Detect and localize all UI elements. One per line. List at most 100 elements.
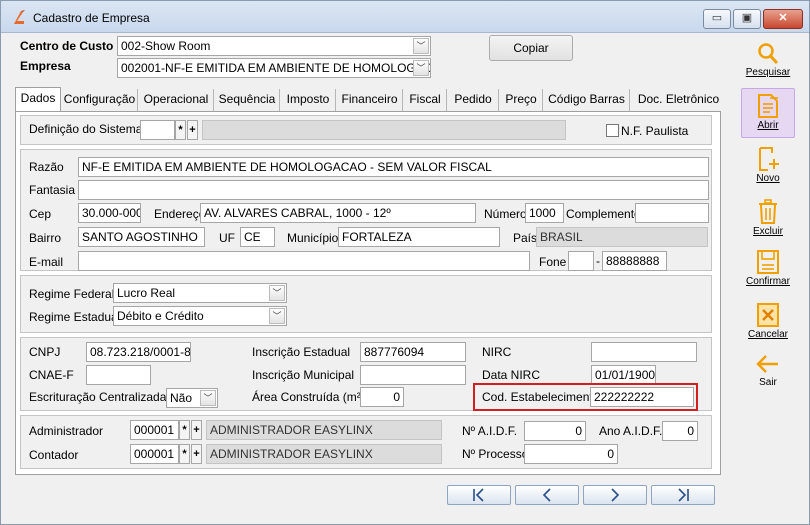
numero-input[interactable]: 1000 <box>525 203 564 223</box>
endereco-input[interactable]: AV. ALVARES CABRAL, 1000 - 12º <box>200 203 476 223</box>
nf-paulista-label: N.F. Paulista <box>621 124 689 138</box>
bairro-input[interactable]: SANTO AGOSTINHO <box>78 227 205 247</box>
regime-federal-select[interactable]: Lucro Real ﹀ <box>113 283 287 303</box>
fone-separator: - <box>596 254 600 268</box>
numero-label: Número <box>484 207 527 221</box>
municipio-input[interactable]: FORTALEZA <box>338 227 500 247</box>
previous-record-button[interactable] <box>515 485 579 505</box>
tab-doc-eletronico[interactable]: Doc. Eletrônico <box>631 89 726 111</box>
minimize-button[interactable]: ▭ <box>703 9 731 29</box>
administrador-code-input[interactable]: 000001 <box>130 420 179 440</box>
inscricao-municipal-label: Inscrição Municipal <box>252 368 355 382</box>
tab-dados[interactable]: Dados <box>15 87 61 111</box>
administrador-label: Administrador <box>29 424 104 438</box>
previous-icon <box>542 488 551 502</box>
administrador-search-button[interactable]: * <box>179 420 190 440</box>
definicao-label: Definição do Sistema <box>29 122 143 136</box>
fantasia-label: Fantasia <box>29 183 76 197</box>
window-title: Cadastro de Empresa <box>33 11 150 25</box>
last-record-button[interactable] <box>651 485 715 505</box>
tab-financeiro[interactable]: Financeiro <box>337 89 403 111</box>
regime-federal-label: Regime Federal <box>29 287 115 301</box>
first-record-button[interactable] <box>447 485 511 505</box>
processo-input[interactable]: 0 <box>524 444 618 464</box>
ano-aidf-input[interactable]: 0 <box>662 421 698 441</box>
escrituracao-select[interactable]: Não ﹀ <box>166 388 218 408</box>
tab-fiscal[interactable]: Fiscal <box>404 89 447 111</box>
plus-icon: + <box>189 124 196 136</box>
cnpj-input[interactable]: 08.723.218/0001-86 <box>86 342 191 362</box>
save-document-icon <box>757 250 779 274</box>
centro-custo-select[interactable]: 002-Show Room ﹀ <box>117 36 431 56</box>
cod-estabelecimento-input[interactable]: 222222222 <box>590 387 694 407</box>
fantasia-input[interactable] <box>78 180 709 200</box>
contador-search-button[interactable]: * <box>179 444 190 464</box>
data-nirc-input[interactable]: 01/01/1900 ( <box>591 365 656 385</box>
aidf-label: Nº A.I.D.F. <box>462 424 518 438</box>
tab-configuracao[interactable]: Configuração <box>62 89 138 111</box>
aidf-input[interactable]: 0 <box>524 421 586 441</box>
pesquisar-button[interactable]: Pesquisar <box>741 41 795 85</box>
inscricao-municipal-input[interactable] <box>360 365 466 385</box>
chevron-down-icon[interactable]: ﹀ <box>413 60 429 76</box>
tab-imposto[interactable]: Imposto <box>281 89 336 111</box>
abrir-label: Abrir <box>757 120 779 131</box>
fone-ddd-input[interactable] <box>568 251 594 271</box>
definicao-add-button[interactable]: + <box>187 120 198 140</box>
maximize-button[interactable]: ▣ <box>733 9 761 29</box>
contador-label: Contador <box>29 448 79 462</box>
next-icon <box>611 488 620 502</box>
novo-label: Novo <box>756 173 780 184</box>
chevron-down-icon[interactable]: ﹀ <box>269 308 285 324</box>
tab-sequencia[interactable]: Sequência <box>215 89 280 111</box>
confirmar-label: Confirmar <box>746 276 790 287</box>
tab-codigo-barras[interactable]: Código Barras <box>544 89 630 111</box>
minimize-icon: ▭ <box>711 12 723 24</box>
contador-code-input[interactable]: 000001 <box>130 444 179 464</box>
abrir-button[interactable]: Abrir <box>741 88 795 138</box>
tab-preco[interactable]: Preço <box>500 89 543 111</box>
inscricao-estadual-label: Inscrição Estadual <box>252 345 351 359</box>
empresa-select[interactable]: 002001-NF-E EMITIDA EM AMBIENTE DE HOMOL… <box>117 58 431 78</box>
cep-label: Cep <box>29 207 52 221</box>
regime-estadual-value: Débito e Crédito <box>117 309 204 323</box>
asterisk-icon: * <box>182 424 187 436</box>
cancel-icon <box>757 303 779 327</box>
pesquisar-label: Pesquisar <box>745 67 791 78</box>
cnae-label: CNAE-F <box>29 368 74 382</box>
uf-input[interactable]: CE <box>240 227 275 247</box>
chevron-down-icon[interactable]: ﹀ <box>200 390 216 406</box>
complemento-input[interactable] <box>635 203 709 223</box>
fone-input[interactable]: 88888888 <box>602 251 667 271</box>
confirmar-button[interactable]: Confirmar <box>741 248 795 294</box>
cep-input[interactable]: 30.000-000 <box>78 203 141 223</box>
close-icon: ✕ <box>778 12 788 24</box>
chevron-down-icon[interactable]: ﹀ <box>269 285 285 301</box>
chevron-down-icon[interactable]: ﹀ <box>413 38 429 54</box>
razao-input[interactable]: NF-E EMITIDA EM AMBIENTE DE HOMOLOGACAO … <box>78 157 709 177</box>
cnae-input[interactable] <box>86 365 151 385</box>
tab-operacional[interactable]: Operacional <box>139 89 214 111</box>
definicao-desc-field <box>202 120 566 140</box>
copiar-button[interactable]: Copiar <box>489 35 573 61</box>
nirc-input[interactable] <box>591 342 697 362</box>
email-input[interactable] <box>78 251 530 271</box>
cancelar-button[interactable]: Cancelar <box>741 301 795 347</box>
administrador-add-button[interactable]: + <box>191 420 202 440</box>
novo-button[interactable]: Novo <box>741 145 795 191</box>
close-button[interactable]: ✕ <box>763 9 803 29</box>
nf-paulista-checkbox[interactable] <box>606 124 619 137</box>
excluir-button[interactable]: Excluir <box>741 198 795 244</box>
sair-button[interactable]: Sair <box>741 353 795 393</box>
next-record-button[interactable] <box>583 485 647 505</box>
inscricao-estadual-input[interactable]: 887776094 <box>360 342 466 362</box>
data-nirc-label: Data NIRC <box>482 368 541 382</box>
contador-add-button[interactable]: + <box>191 444 202 464</box>
area-construida-input[interactable]: 0 <box>360 387 404 407</box>
definicao-search-button[interactable]: * <box>175 120 186 140</box>
tab-pedido[interactable]: Pedido <box>448 89 499 111</box>
title-bar: Cadastro de Empresa ▭ ▣ ✕ <box>1 1 809 33</box>
definicao-input[interactable] <box>140 120 175 140</box>
regime-estadual-select[interactable]: Débito e Crédito ﹀ <box>113 306 287 326</box>
asterisk-icon: * <box>178 124 183 136</box>
